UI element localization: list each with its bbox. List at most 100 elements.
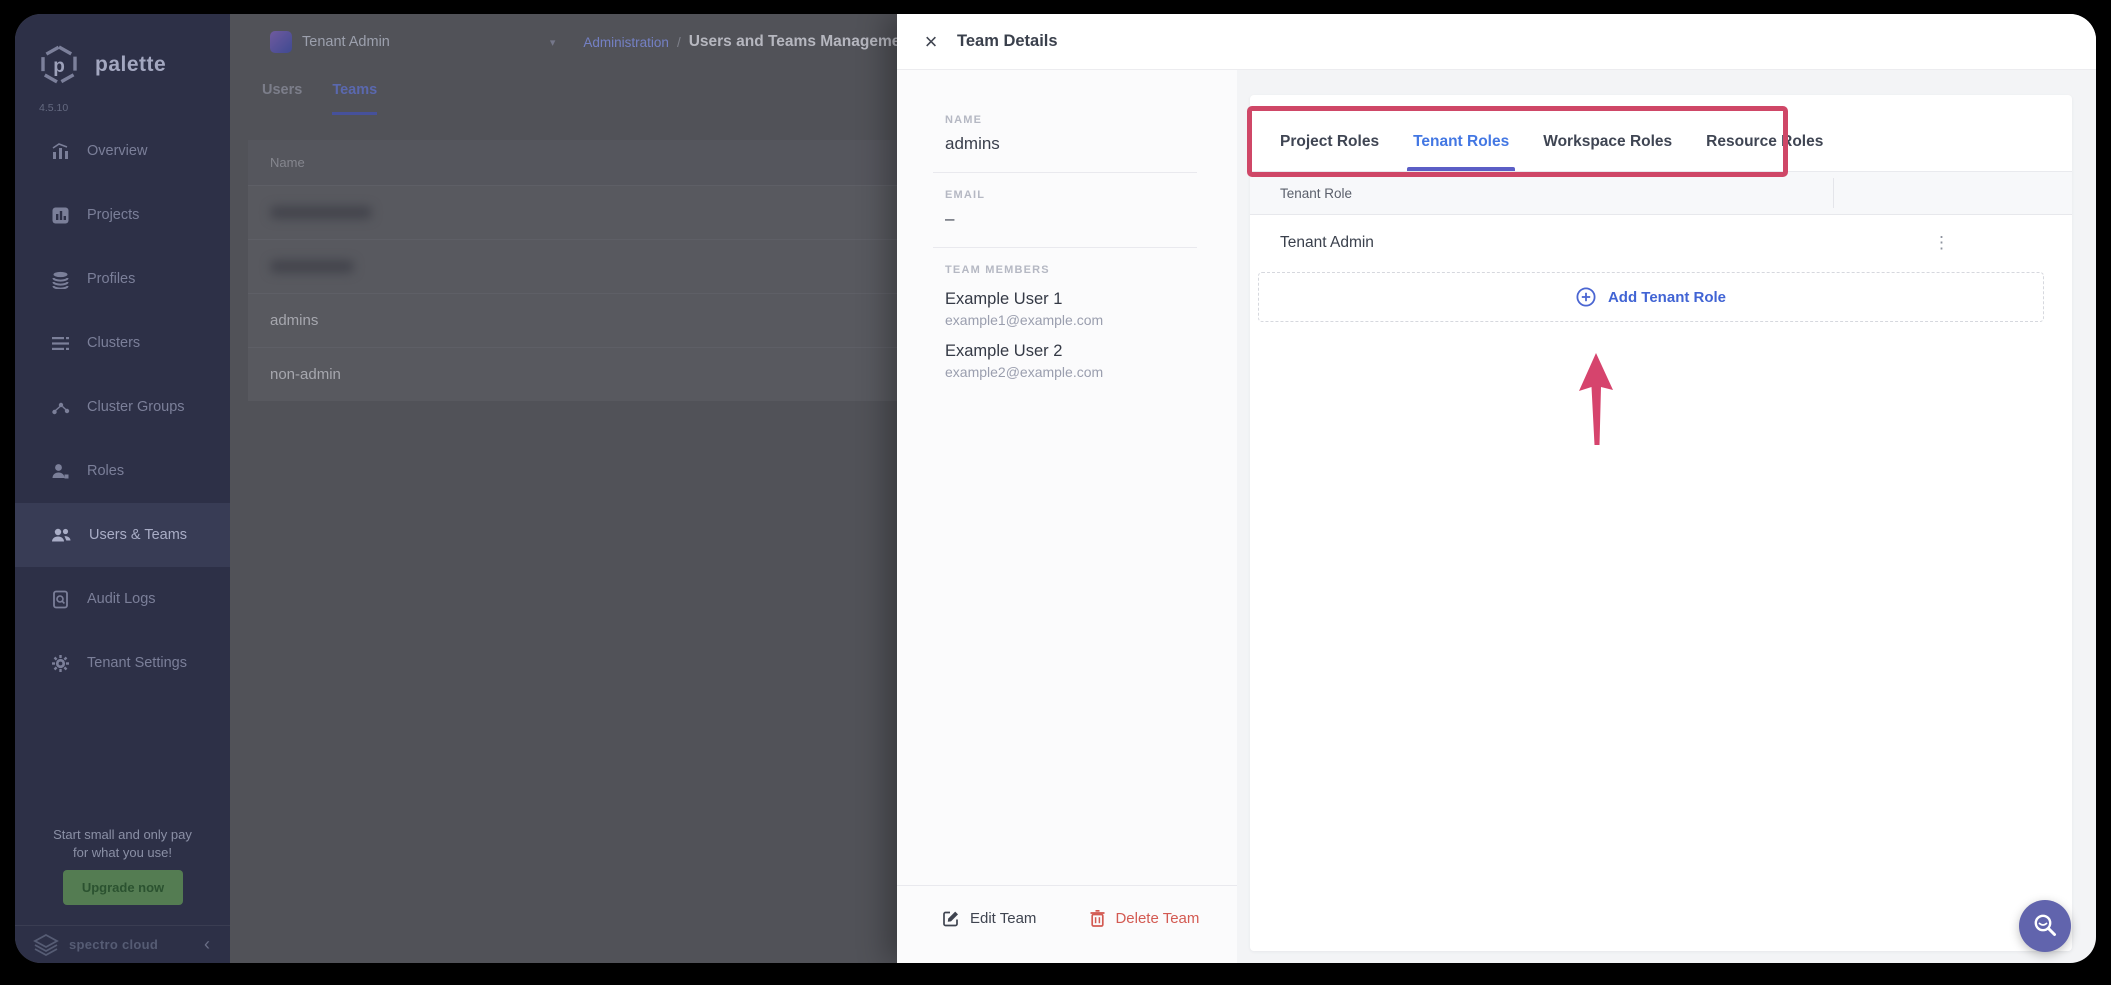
close-icon[interactable]: × [917,28,945,56]
promo-line: for what you use! [15,844,230,862]
team-details-drawer: × Team Details NAME admins EMAIL – TEAM … [897,14,2096,963]
app-version: 4.5.10 [39,102,68,114]
app-logo: p palette [39,44,166,86]
divider [933,172,1197,173]
breadcrumb-separator: / [677,35,681,50]
member-email: example2@example.com [945,364,1197,380]
annotation-arrow-icon [1575,353,1619,445]
collapse-sidebar-icon[interactable]: ‹ [204,934,210,955]
tenant-scope-icon [270,31,292,53]
promo-line: Start small and only pay [15,826,230,844]
team-members-label: TEAM MEMBERS [945,264,1197,276]
delete-team-button[interactable]: Delete Team [1090,910,1199,927]
name-label: NAME [945,114,1197,126]
spectro-cloud-logo-icon [33,934,59,956]
roles-icon [51,462,70,481]
sidebar-item-roles[interactable]: Roles [15,439,230,503]
profiles-icon [51,270,70,289]
audit-logs-icon [51,590,70,609]
clusters-icon [51,334,70,353]
redacted-text-blob [270,206,372,219]
sidebar-item-label: Users & Teams [89,527,187,543]
sidebar-footer: spectro cloud ‹ [15,925,230,963]
tab-users[interactable]: Users [262,82,302,115]
sidebar-item-label: Audit Logs [87,591,156,607]
team-summary-panel: NAME admins EMAIL – TEAM MEMBERS Example… [897,70,1237,963]
sidebar-item-clusters[interactable]: Clusters [15,311,230,375]
palette-logo-icon: p [39,44,79,86]
sidebar-item-label: Tenant Settings [87,655,187,671]
cluster-groups-icon [51,398,70,417]
users-teams-tabs: Users Teams [262,82,377,115]
overview-icon [51,142,70,161]
drawer-body: NAME admins EMAIL – TEAM MEMBERS Example… [897,70,2096,963]
team-member-item: Example User 1 example1@example.com [945,290,1197,328]
column-divider [1833,178,1834,208]
sidebar-item-label: Cluster Groups [87,399,185,415]
tenant-role-row[interactable]: Tenant Admin ⋮ [1250,215,2072,270]
app-window: Tenant Admin ▾ Administration / Users an… [15,14,2096,963]
name-value: admins [945,134,1197,154]
member-email: example1@example.com [945,312,1197,328]
team-member-item: Example User 2 example2@example.com [945,342,1197,380]
sidebar-item-label: Overview [87,143,147,159]
breadcrumb-section-link[interactable]: Administration [583,35,669,50]
add-tenant-role-label: Add Tenant Role [1608,289,1726,306]
sidebar-nav: Overview Projects Profiles Clusters Clus… [15,119,230,695]
tab-project-roles[interactable]: Project Roles [1280,133,1379,171]
gear-icon [51,654,70,673]
edit-team-button[interactable]: Edit Team [943,910,1036,927]
spectro-cloud-brand: spectro cloud [69,937,194,952]
email-label: EMAIL [945,189,1197,201]
edit-pencil-icon [943,910,960,927]
member-name: Example User 1 [945,290,1197,309]
member-name: Example User 2 [945,342,1197,361]
sidebar-item-label: Roles [87,463,124,479]
role-tabs: Project Roles Tenant Roles Workspace Rol… [1250,95,2072,172]
tenant-role-name: Tenant Admin [1280,234,1374,252]
upgrade-promo-text: Start small and only pay for what you us… [15,826,230,862]
sidebar-item-projects[interactable]: Projects [15,183,230,247]
team-actions-footer: Edit Team Delete Team [897,885,1237,951]
sidebar-item-label: Profiles [87,271,135,287]
email-value: – [945,209,1197,229]
add-tenant-role-button[interactable]: Add Tenant Role [1258,272,2044,322]
trash-icon [1090,910,1105,927]
tenant-role-table-header: Tenant Role [1250,172,2072,215]
kebab-menu-icon[interactable]: ⋮ [1933,234,1950,251]
tab-resource-roles[interactable]: Resource Roles [1706,133,1823,171]
page-title: Users and Teams Management [689,33,915,51]
sidebar-item-profiles[interactable]: Profiles [15,247,230,311]
sidebar-item-tenant-settings[interactable]: Tenant Settings [15,631,230,695]
sidebar-item-label: Projects [87,207,139,223]
edit-team-label: Edit Team [970,910,1036,927]
sidebar-item-users-teams[interactable]: Users & Teams [15,503,230,567]
drawer-header: × Team Details [897,14,2096,70]
drawer-title: Team Details [957,32,1058,51]
breadcrumb: Administration / Users and Teams Managem… [583,33,915,51]
tab-tenant-roles[interactable]: Tenant Roles [1413,133,1509,171]
help-search-fab[interactable] [2019,900,2071,952]
sidebar: p palette 4.5.10 Overview Projects Profi… [15,14,230,963]
redacted-text-blob [270,260,354,273]
search-smile-icon [2031,912,2059,940]
delete-team-label: Delete Team [1115,910,1199,927]
plus-circle-icon [1576,287,1596,307]
sidebar-item-overview[interactable]: Overview [15,119,230,183]
divider [933,247,1197,248]
app-name: palette [95,53,166,77]
column-header-tenant-role: Tenant Role [1250,186,1352,201]
sidebar-item-cluster-groups[interactable]: Cluster Groups [15,375,230,439]
projects-icon [51,206,70,225]
sidebar-item-label: Clusters [87,335,140,351]
upgrade-now-button[interactable]: Upgrade now [63,870,183,905]
sidebar-item-audit-logs[interactable]: Audit Logs [15,567,230,631]
chevron-down-icon: ▾ [550,36,556,49]
tab-teams[interactable]: Teams [332,82,377,115]
project-scope-selector[interactable]: Tenant Admin ▾ [270,31,555,53]
project-selector-label: Tenant Admin [302,34,390,50]
users-teams-icon [51,526,72,545]
roles-panel: Project Roles Tenant Roles Workspace Rol… [1250,95,2072,951]
svg-text:p: p [53,56,65,77]
tab-workspace-roles[interactable]: Workspace Roles [1543,133,1672,171]
